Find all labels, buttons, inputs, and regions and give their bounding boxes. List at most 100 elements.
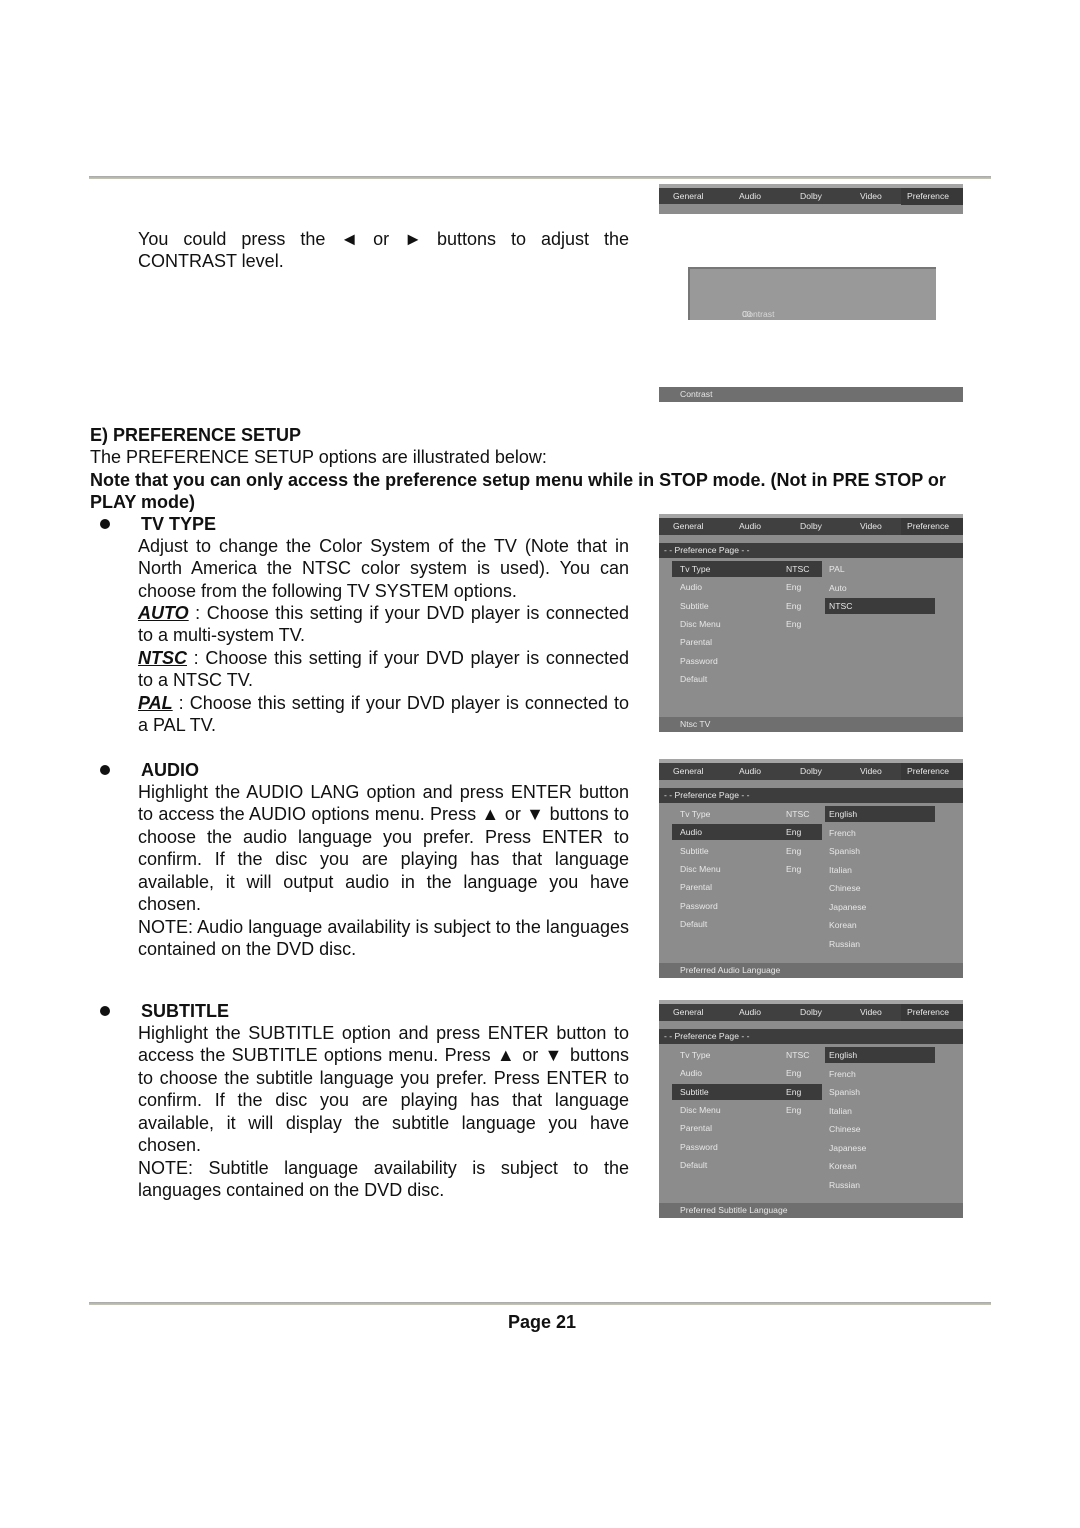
osd-row-value: NTSC bbox=[786, 564, 810, 574]
osd-option: Spanish bbox=[829, 846, 861, 856]
osd-menu-row: Tv Type NTSC bbox=[672, 561, 822, 577]
osd-menu-row: Audio Eng bbox=[672, 579, 822, 595]
osd-row-label: Audio bbox=[680, 827, 702, 838]
osd-tabs: General Audio Dolby Video Preference bbox=[659, 188, 963, 205]
osd-tabs: General Audio Dolby Video Preference bbox=[659, 1004, 963, 1021]
audio-osd-screen: General Audio Dolby Video Preference - - Pref… bbox=[659, 759, 963, 978]
osd-menu-row: Disc Menu Eng bbox=[672, 616, 822, 632]
osd-tab-preference: Preference bbox=[901, 188, 963, 205]
osd-tab-preference: Preference bbox=[901, 763, 963, 780]
osd-tab-audio: Audio bbox=[739, 766, 761, 776]
osd-option: Korean bbox=[829, 920, 857, 930]
osd-row-value: Eng bbox=[786, 1068, 802, 1079]
osd-row-label: Password bbox=[680, 900, 718, 911]
osd-menu-row: Password bbox=[672, 1139, 822, 1155]
osd-tabs: General Audio Dolby Video Preference bbox=[659, 518, 963, 535]
osd-row-label: Parental bbox=[680, 882, 713, 893]
osd-menu-row: Parental bbox=[672, 1120, 822, 1136]
osd-menu-row: Default bbox=[672, 916, 822, 932]
osd-row-value: Eng bbox=[786, 845, 802, 856]
osd-row-value: Eng bbox=[786, 863, 802, 874]
osd-option: English bbox=[825, 1047, 935, 1063]
tvtype-option-auto: AUTO : Choose this setting if your DVD p… bbox=[138, 602, 629, 647]
osd-row-label: Default bbox=[680, 1159, 708, 1170]
osd-row-label: Tv Type bbox=[680, 564, 711, 574]
osd-tab-strip: General Audio Dolby Video Preference bbox=[659, 184, 963, 214]
subtitle-note: NOTE: Subtitle language availability is … bbox=[138, 1158, 629, 1201]
osd-row-label: Password bbox=[680, 655, 718, 666]
osd-row-value: Eng bbox=[786, 600, 802, 611]
osd-row-value: Eng bbox=[786, 1104, 802, 1115]
osd-menu-row: Subtitle Eng bbox=[672, 598, 822, 614]
option-key: PAL bbox=[138, 693, 173, 713]
osd-option: Chinese bbox=[829, 1124, 861, 1134]
osd-footer: Ntsc TV bbox=[659, 717, 963, 732]
osd-menu-row: Audio Eng bbox=[672, 824, 822, 841]
osd-tab-general: General bbox=[673, 191, 704, 201]
osd-row-label: Subtitle bbox=[680, 600, 709, 611]
osd-tab-dolby: Dolby bbox=[800, 521, 822, 531]
header-rule bbox=[89, 176, 991, 179]
osd-row-label: Password bbox=[680, 1141, 718, 1152]
osd-tab-general: General bbox=[673, 1007, 704, 1017]
osd-row-label: Disc Menu bbox=[680, 1104, 721, 1115]
section-note: Note that you can only access the prefer… bbox=[90, 470, 946, 513]
osd-menu-row: Disc Menu Eng bbox=[672, 1102, 822, 1118]
contrast-value: 00 bbox=[742, 309, 752, 319]
osd-tab-audio: Audio bbox=[739, 1007, 761, 1017]
osd-option: French bbox=[829, 827, 856, 838]
osd-tab-video: Video bbox=[860, 521, 882, 531]
tvtype-option-pal: PAL : Choose this setting if your DVD pl… bbox=[138, 692, 629, 737]
option-desc: : Choose this setting if your DVD player… bbox=[138, 603, 629, 646]
osd-footer: Preferred Subtitle Language bbox=[659, 1203, 963, 1218]
osd-menu-row: Audio Eng bbox=[672, 1065, 822, 1081]
subtitle-osd-screen: General Audio Dolby Video Preference - - Pref… bbox=[659, 1000, 963, 1218]
osd-option: NTSC bbox=[825, 598, 935, 614]
osd-footer: Contrast bbox=[659, 387, 963, 402]
osd-menu-row: Tv Type NTSC bbox=[672, 806, 822, 822]
osd-tab-video: Video bbox=[860, 766, 882, 776]
tvtype-option-ntsc: NTSC : Choose this setting if your DVD p… bbox=[138, 647, 629, 692]
footer-rule bbox=[89, 1302, 991, 1305]
osd-row-value: NTSC bbox=[786, 1050, 810, 1060]
tvtype-osd-screen: General Audio Dolby Video Preference - - Pref… bbox=[659, 514, 963, 732]
osd-menu-row: Disc Menu Eng bbox=[672, 861, 822, 877]
osd-option: Spanish bbox=[829, 1087, 861, 1097]
osd-row-value: Eng bbox=[786, 1086, 802, 1097]
bullet-icon bbox=[100, 765, 110, 775]
osd-page-header: - - Preference Page - - bbox=[659, 543, 963, 558]
osd-row-label: Audio bbox=[680, 582, 702, 593]
osd-tab-preference: Preference bbox=[901, 1004, 963, 1021]
osd-row-value: Eng bbox=[786, 582, 802, 593]
osd-row-label: Parental bbox=[680, 1123, 713, 1134]
osd-page-header: - - Preference Page - - bbox=[659, 788, 963, 803]
contrast-instructions: You could press the ◄ or ► buttons to ad… bbox=[138, 229, 629, 272]
osd-tab-general: General bbox=[673, 766, 704, 776]
osd-option: Russian bbox=[829, 938, 861, 949]
osd-menu-row: Parental bbox=[672, 879, 822, 895]
osd-option: Auto bbox=[829, 582, 847, 593]
osd-menu-row: Parental bbox=[672, 634, 822, 650]
osd-row-label: Audio bbox=[680, 1068, 702, 1079]
osd-tab-video: Video bbox=[860, 191, 882, 201]
bullet-icon bbox=[100, 519, 110, 529]
audio-note: NOTE: Audio language availability is sub… bbox=[138, 917, 629, 960]
osd-row-label: Default bbox=[680, 918, 708, 929]
osd-menu-row: Subtitle Eng bbox=[672, 843, 822, 859]
osd-page-header: - - Preference Page - - bbox=[659, 1029, 963, 1044]
osd-tab-audio: Audio bbox=[739, 521, 761, 531]
osd-option: Japanese bbox=[829, 901, 867, 912]
osd-row-label: Disc Menu bbox=[680, 863, 721, 874]
osd-row-value: Eng bbox=[786, 618, 802, 629]
osd-menu-row: Default bbox=[672, 1157, 822, 1173]
audio-heading: AUDIO bbox=[141, 760, 199, 780]
osd-row-label: Tv Type bbox=[680, 809, 711, 819]
osd-tab-preference: Preference bbox=[901, 518, 963, 535]
tvtype-body: Adjust to change the Color System of the… bbox=[138, 536, 629, 601]
subtitle-body: Highlight the SUBTITLE option and press … bbox=[138, 1023, 629, 1156]
subtitle-heading: SUBTITLE bbox=[141, 1001, 229, 1021]
osd-option: Italian bbox=[829, 1105, 852, 1116]
osd-row-label: Default bbox=[680, 673, 708, 684]
osd-option: French bbox=[829, 1068, 856, 1079]
osd-option: PAL bbox=[829, 564, 845, 574]
